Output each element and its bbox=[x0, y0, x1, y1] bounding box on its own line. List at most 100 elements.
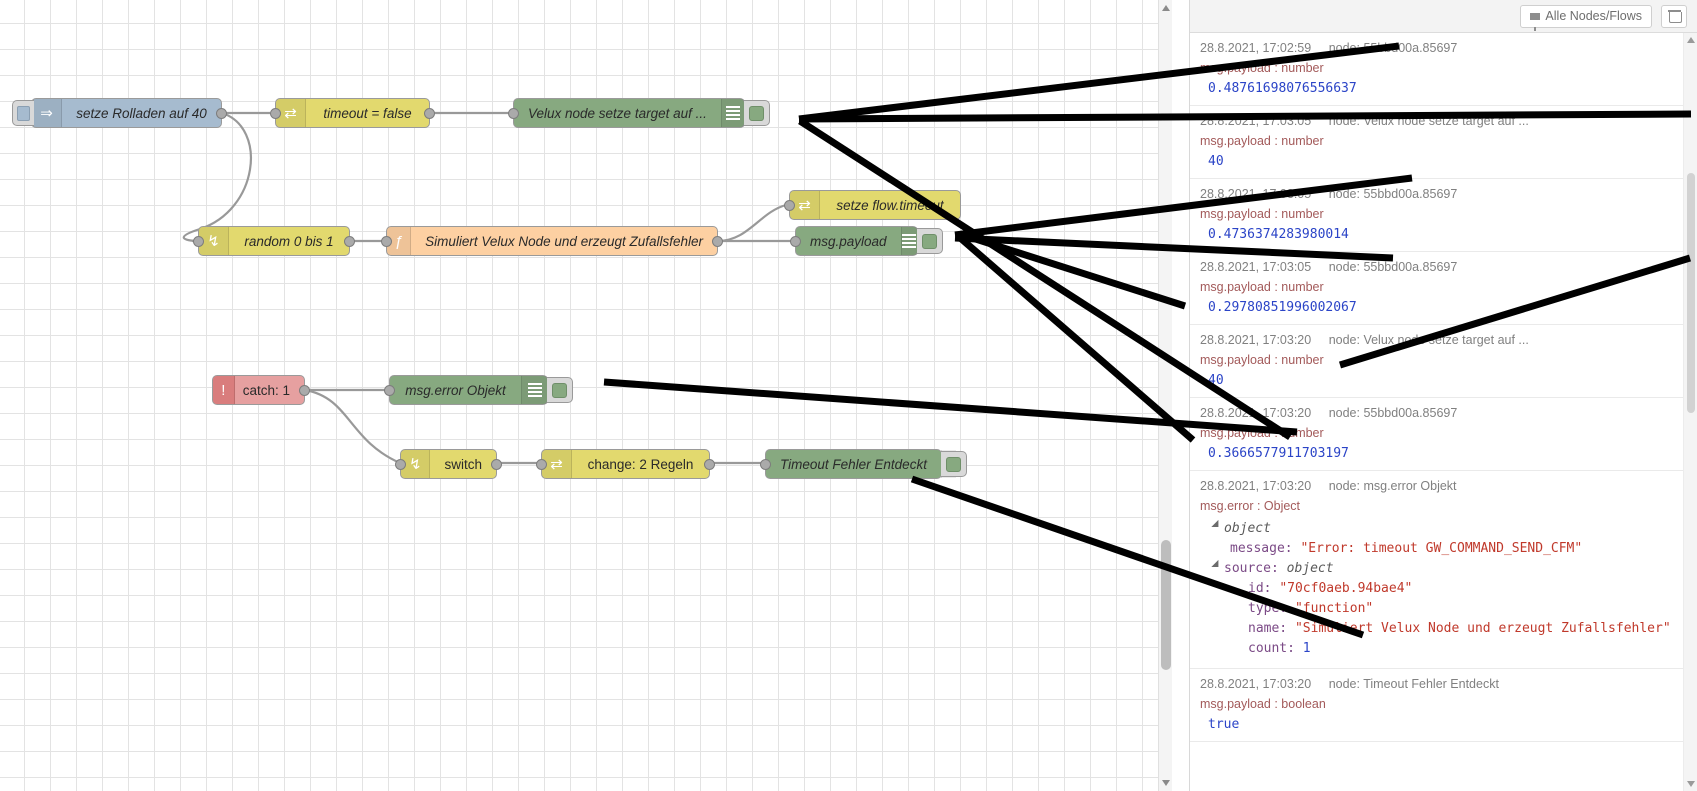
debug-messages-list: 28.8.2021, 17:02:59 node: 55bbd00a.85697… bbox=[1190, 33, 1683, 742]
input-port[interactable] bbox=[381, 236, 392, 247]
message-node-ref: node: 55bbd00a.85697 bbox=[1328, 41, 1458, 55]
message-meta: 28.8.2021, 17:03:20 node: Timeout Fehler… bbox=[1200, 677, 1673, 691]
field-value: "Error: timeout GW_COMMAND_SEND_CFM" bbox=[1300, 541, 1583, 556]
node-debug-timeout-fehler[interactable]: Timeout Fehler Entdeckt bbox=[760, 449, 967, 479]
sidebar-vertical-scrollbar[interactable] bbox=[1683, 33, 1697, 791]
node-inject-setze-rolladen[interactable]: ⇒ setze Rolladen auf 40 bbox=[12, 98, 227, 128]
message-value: 0.4736374283980014 bbox=[1208, 227, 1349, 242]
output-port[interactable] bbox=[216, 108, 227, 119]
output-port[interactable] bbox=[491, 459, 502, 470]
input-port[interactable] bbox=[536, 459, 547, 470]
object-field-message: message: "Error: timeout GW_COMMAND_SEND… bbox=[1208, 539, 1673, 559]
node-change-2-regeln[interactable]: ⇄ change: 2 Regeln bbox=[536, 449, 715, 479]
field-value: "70cf0aeb.94bae4" bbox=[1279, 581, 1413, 596]
debug-sidebar-toolbar: Alle Nodes/Flows bbox=[1190, 0, 1697, 33]
field-value: 1 bbox=[1302, 641, 1311, 656]
node-function-simuliert-velux[interactable]: ƒ Simuliert Velux Node und erzeugt Zufal… bbox=[381, 226, 723, 256]
message-meta: 28.8.2021, 17:03:20 node: msg.error Obje… bbox=[1200, 479, 1673, 493]
debug-message-boolean[interactable]: 28.8.2021, 17:03:20 node: Timeout Fehler… bbox=[1190, 669, 1683, 742]
output-port[interactable] bbox=[424, 108, 435, 119]
object-field-name: name: "Simuliert Velux Node und erzeugt … bbox=[1208, 619, 1671, 639]
debug-message[interactable]: 28.8.2021, 17:03:05 node: Velux node set… bbox=[1190, 106, 1683, 179]
scroll-up-arrow-icon[interactable] bbox=[1687, 37, 1695, 43]
node-label: setze Rolladen auf 40 bbox=[76, 105, 207, 121]
message-timestamp: 28.8.2021, 17:03:20 bbox=[1200, 479, 1312, 493]
input-port[interactable] bbox=[760, 459, 771, 470]
catch-warning-icon: ! bbox=[213, 376, 235, 404]
node-label: change: 2 Regeln bbox=[587, 456, 694, 472]
field-key: name: bbox=[1248, 621, 1295, 636]
clear-messages-button[interactable] bbox=[1661, 4, 1687, 28]
message-timestamp: 28.8.2021, 17:03:20 bbox=[1200, 406, 1312, 420]
debug-message[interactable]: 28.8.2021, 17:02:59 node: 55bbd00a.85697… bbox=[1190, 33, 1683, 106]
object-root-row[interactable]: object bbox=[1208, 519, 1673, 539]
debug-message[interactable]: 28.8.2021, 17:03:05 node: 55bbd00a.85697… bbox=[1190, 252, 1683, 325]
message-node-ref: node: msg.error Objekt bbox=[1328, 479, 1457, 493]
debug-message[interactable]: 28.8.2021, 17:03:05 node: 55bbd00a.85697… bbox=[1190, 179, 1683, 252]
debug-bars-icon bbox=[720, 99, 744, 127]
filter-button-label: Alle Nodes/Flows bbox=[1545, 9, 1642, 23]
debug-message[interactable]: 28.8.2021, 17:03:20 node: Velux node set… bbox=[1190, 325, 1683, 398]
node-change-setze-flow-timeout[interactable]: ⇄ setze flow.timeout bbox=[784, 190, 961, 220]
filter-nodes-flows-button[interactable]: Alle Nodes/Flows bbox=[1520, 4, 1652, 31]
debug-enable-toggle[interactable] bbox=[917, 228, 943, 254]
inject-button-square-icon bbox=[17, 105, 30, 121]
node-debug-velux-target[interactable]: Velux node setze target auf ... bbox=[508, 98, 770, 128]
debug-message[interactable]: 28.8.2021, 17:03:20 node: 55bbd00a.85697… bbox=[1190, 398, 1683, 471]
node-switch-random[interactable]: ↯ random 0 bis 1 bbox=[193, 226, 355, 256]
field-value: "function" bbox=[1294, 601, 1374, 616]
canvas-vertical-scrollbar[interactable] bbox=[1158, 0, 1172, 791]
object-field-source[interactable]: source: object bbox=[1208, 559, 1673, 579]
field-key: message: bbox=[1230, 541, 1301, 556]
output-port[interactable] bbox=[344, 236, 355, 247]
message-topic: msg.payload : number bbox=[1200, 207, 1324, 221]
input-port[interactable] bbox=[508, 108, 519, 119]
input-port[interactable] bbox=[790, 236, 801, 247]
message-value: 0.48761698076556637 bbox=[1208, 81, 1357, 96]
message-node-ref: node: Timeout Fehler Entdeckt bbox=[1328, 677, 1499, 691]
debug-enable-toggle[interactable] bbox=[744, 100, 770, 126]
scrollbar-thumb[interactable] bbox=[1687, 173, 1695, 413]
scroll-down-arrow-icon[interactable] bbox=[1162, 780, 1170, 786]
message-node-ref: node: 55bbd00a.85697 bbox=[1328, 260, 1458, 274]
output-port[interactable] bbox=[712, 236, 723, 247]
message-topic: msg.payload : number bbox=[1200, 426, 1324, 440]
input-port[interactable] bbox=[395, 459, 406, 470]
object-field-count: count: 1 bbox=[1208, 639, 1673, 659]
node-label: Velux node setze target auf ... bbox=[528, 105, 707, 121]
node-label: msg.payload bbox=[810, 233, 887, 249]
input-port[interactable] bbox=[384, 385, 395, 396]
input-port[interactable] bbox=[193, 236, 204, 247]
message-meta: 28.8.2021, 17:03:20 node: 55bbd00a.85697 bbox=[1200, 406, 1673, 420]
scroll-up-arrow-icon[interactable] bbox=[1162, 5, 1170, 11]
node-catch[interactable]: ! catch: 1 bbox=[212, 375, 310, 405]
message-topic: msg.payload : number bbox=[1200, 61, 1324, 75]
message-node-ref: node: Velux node setze target auf ... bbox=[1328, 114, 1529, 128]
output-port[interactable] bbox=[299, 385, 310, 396]
node-label: Timeout Fehler Entdeckt bbox=[780, 456, 927, 472]
input-port[interactable] bbox=[270, 108, 281, 119]
field-key: source: bbox=[1224, 561, 1287, 576]
flow-canvas[interactable]: ⇒ setze Rolladen auf 40 ⇄ timeout = fals… bbox=[0, 0, 1172, 791]
debug-enable-toggle[interactable] bbox=[547, 377, 573, 403]
node-debug-msg-payload[interactable]: msg.payload bbox=[790, 226, 943, 256]
node-change-timeout-false[interactable]: ⇄ timeout = false bbox=[270, 98, 435, 128]
message-node-ref: node: 55bbd00a.85697 bbox=[1328, 406, 1458, 420]
output-port[interactable] bbox=[704, 459, 715, 470]
node-label: setze flow.timeout bbox=[836, 197, 944, 213]
node-label: Simuliert Velux Node und erzeugt Zufalls… bbox=[425, 233, 703, 249]
message-timestamp: 28.8.2021, 17:02:59 bbox=[1200, 41, 1312, 55]
inject-trigger-button[interactable] bbox=[12, 100, 34, 126]
message-timestamp: 28.8.2021, 17:03:05 bbox=[1200, 114, 1312, 128]
scrollbar-thumb[interactable] bbox=[1161, 540, 1171, 670]
input-port[interactable] bbox=[784, 200, 795, 211]
debug-messages-scroll-area[interactable]: 28.8.2021, 17:02:59 node: 55bbd00a.85697… bbox=[1190, 33, 1697, 791]
node-switch[interactable]: ↯ switch bbox=[395, 449, 502, 479]
field-key: count: bbox=[1248, 641, 1303, 656]
scroll-down-arrow-icon[interactable] bbox=[1687, 781, 1695, 787]
message-value: true bbox=[1208, 717, 1240, 732]
debug-message-error-object[interactable]: 28.8.2021, 17:03:20 node: msg.error Obje… bbox=[1190, 471, 1683, 669]
debug-enable-toggle[interactable] bbox=[941, 451, 967, 477]
message-value: 0.29780851996002067 bbox=[1208, 300, 1357, 315]
node-debug-msg-error[interactable]: msg.error Objekt bbox=[384, 375, 573, 405]
